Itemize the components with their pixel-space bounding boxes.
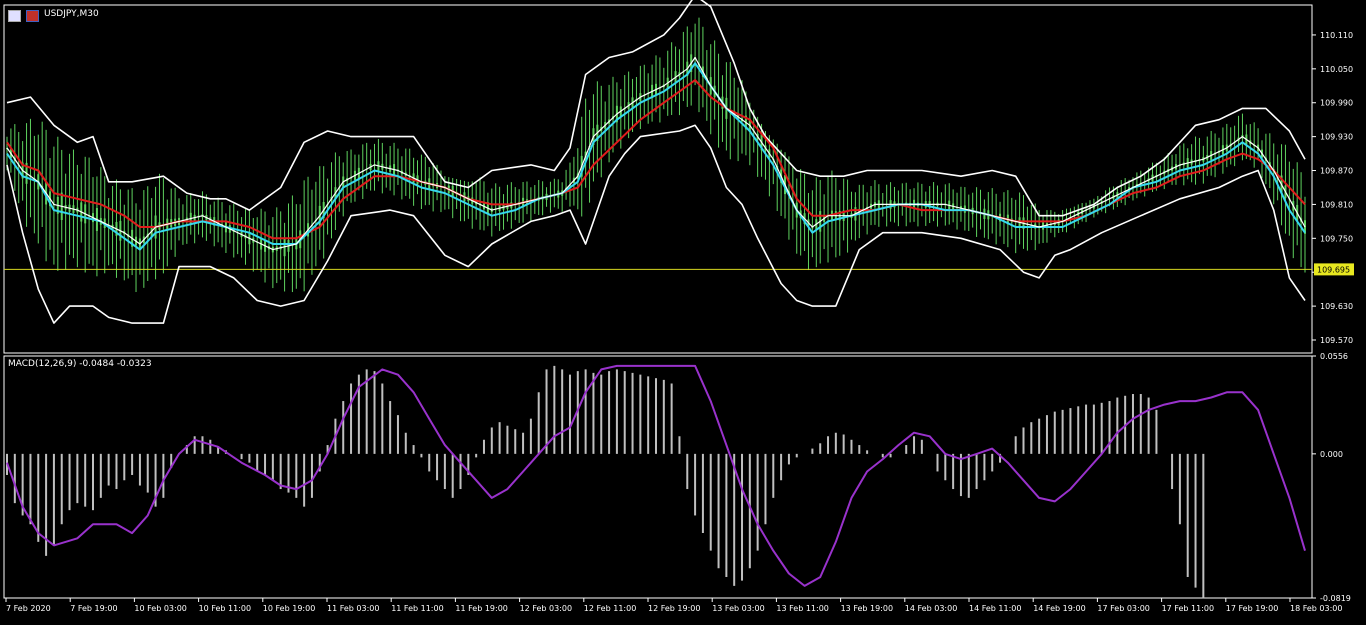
time-tick-label: 11 Feb 11:00: [391, 604, 443, 613]
flag-icon: [26, 10, 39, 22]
macd-title: MACD(12,26,9) -0.0484 -0.0323: [8, 359, 152, 369]
time-tick-label: 14 Feb 11:00: [969, 604, 1021, 613]
time-tick-label: 17 Feb 03:00: [1097, 604, 1149, 613]
macd-tick-label: 0.0556: [1320, 352, 1348, 361]
macd-tick-label: 0.000: [1320, 450, 1343, 459]
current-price-label: 109.695: [1317, 265, 1350, 274]
time-tick-label: 13 Feb 19:00: [841, 604, 893, 613]
time-tick-label: 13 Feb 03:00: [712, 604, 764, 613]
price-tick-label: 109.990: [1320, 99, 1353, 108]
time-tick-label: 14 Feb 19:00: [1033, 604, 1085, 613]
time-tick-label: 10 Feb 11:00: [199, 604, 251, 613]
time-tick-label: 10 Feb 03:00: [134, 604, 186, 613]
time-tick-label: 17 Feb 11:00: [1162, 604, 1214, 613]
chart-window[interactable]: 110.110 110.050 109.990 109.930 109.870 109.8…: [0, 0, 1366, 623]
price-tick-label: 109.750: [1320, 234, 1353, 243]
time-tick-label: 17 Feb 19:00: [1226, 604, 1278, 613]
macd-tick-label: -0.0819: [1320, 594, 1351, 603]
chart-symbol-title: USDJPY,M30: [44, 9, 99, 19]
price-tick-label: 109.630: [1320, 302, 1353, 311]
chart-canvas[interactable]: 110.110 110.050 109.990 109.930 109.870 109.8…: [0, 0, 1366, 623]
time-tick-label: 10 Feb 19:00: [263, 604, 315, 613]
bollinger-lower-line: [6, 124, 1306, 324]
time-tick-label: 7 Feb 2020: [6, 604, 51, 613]
time-tick-label: 7 Feb 19:00: [70, 604, 117, 613]
price-tick-label: 109.870: [1320, 167, 1353, 176]
price-tick-label: 110.050: [1320, 65, 1353, 74]
axes-labels: 110.110 110.050 109.990 109.930 109.870 109.8…: [5, 31, 1354, 613]
time-tick-label: 13 Feb 11:00: [776, 604, 828, 613]
time-tick-label: 18 Feb 03:00: [1290, 604, 1342, 613]
indicator-lines: [6, 0, 1306, 324]
price-panel-frame: [3, 4, 1313, 354]
time-tick-label: 11 Feb 03:00: [327, 604, 379, 613]
price-tick-label: 110.110: [1320, 31, 1353, 40]
time-tick-label: 12 Feb 11:00: [584, 604, 636, 613]
price-tick-label: 109.810: [1320, 200, 1353, 209]
time-tick-label: 12 Feb 03:00: [520, 604, 572, 613]
time-tick-label: 14 Feb 03:00: [905, 604, 957, 613]
macd-panel-frame: [3, 355, 1313, 599]
chart-window-icon[interactable]: [8, 10, 21, 22]
time-tick-label: 12 Feb 19:00: [648, 604, 700, 613]
price-candles: [6, 17, 1306, 293]
time-tick-label: 11 Feb 19:00: [455, 604, 507, 613]
price-tick-label: 109.930: [1320, 133, 1353, 142]
price-tick-label: 109.570: [1320, 336, 1353, 345]
